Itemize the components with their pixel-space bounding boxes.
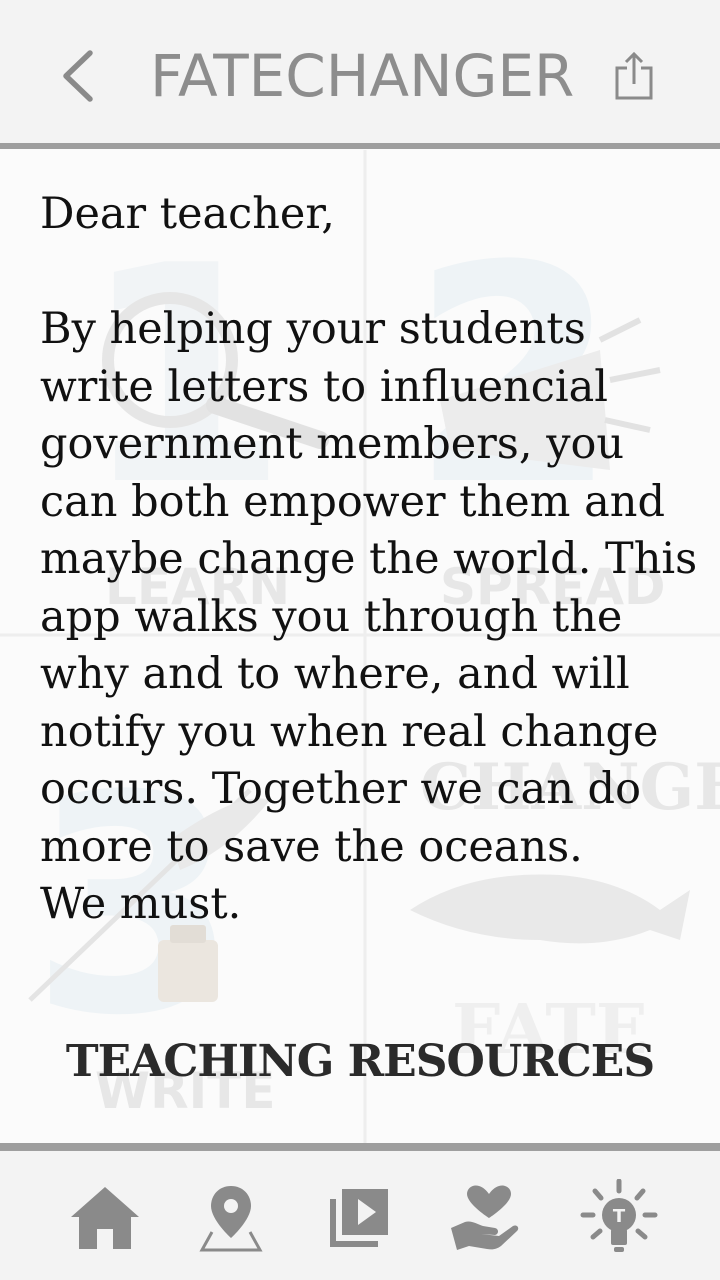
app-screen: 1 2 3 LEARN SPREAD CHANGE FATE WRITE FAT… [0, 0, 720, 1280]
nav-teaching-button[interactable]: T [578, 1177, 660, 1259]
heart-hand-icon [451, 1185, 519, 1250]
teaching-resources-link[interactable]: TEACHING RESOURCES [60, 1030, 660, 1094]
nav-home-button[interactable] [64, 1177, 146, 1259]
bottom-navigation: T [0, 1151, 720, 1280]
header-divider [0, 143, 720, 149]
back-button[interactable] [52, 44, 102, 108]
top-app-bar: FATECHANGER [0, 0, 720, 143]
letter-closing: We must. [40, 879, 242, 929]
svg-text:T: T [613, 1206, 626, 1227]
video-library-icon [330, 1189, 388, 1247]
nav-map-button[interactable] [190, 1177, 272, 1259]
home-icon [71, 1187, 139, 1249]
lightbulb-icon: T [580, 1179, 658, 1252]
nav-donate-button[interactable] [444, 1177, 526, 1259]
share-icon [615, 51, 653, 100]
chevron-left-icon [63, 50, 93, 102]
nav-videos-button[interactable] [318, 1177, 400, 1259]
letter-greeting: Dear teacher, [40, 189, 335, 239]
bottom-nav-divider [0, 1143, 720, 1151]
app-title: FATECHANGER [150, 42, 575, 110]
share-button[interactable] [606, 44, 662, 108]
letter-to-teacher: Dear teacher, By helping your students w… [40, 186, 700, 934]
letter-body: By helping your students write letters t… [40, 304, 698, 872]
map-pin-icon [199, 1186, 263, 1252]
